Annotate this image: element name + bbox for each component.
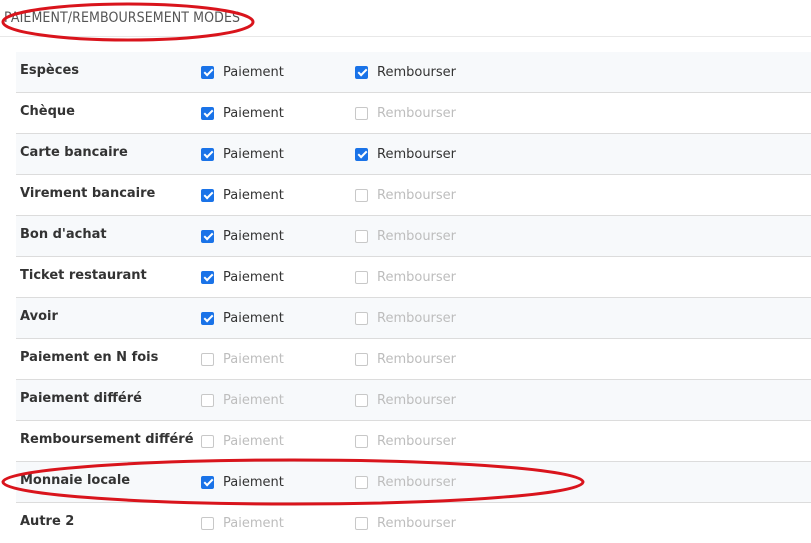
refund-option[interactable]: Rembourser: [355, 309, 456, 327]
refund-option[interactable]: Rembourser: [355, 432, 456, 450]
payment-option-label: Paiement: [223, 146, 284, 162]
payment-mode-label: Espèces: [20, 63, 80, 78]
payment-option[interactable]: Paiement: [201, 473, 284, 491]
payment-mode-label: Chèque: [20, 104, 75, 119]
payment-mode-label: Virement bancaire: [20, 186, 156, 201]
payment-option[interactable]: Paiement: [201, 227, 284, 245]
payment-option[interactable]: Paiement: [201, 309, 284, 327]
payment-mode-label: Bon d'achat: [20, 227, 107, 242]
payment-option-label: Paiement: [223, 269, 284, 285]
payment-mode-row: Paiement différé Paiement Rembourser: [16, 380, 811, 421]
refund-checkbox[interactable]: [355, 393, 368, 407]
payment-option-label: Paiement: [223, 310, 284, 326]
refund-checkbox[interactable]: [355, 229, 368, 243]
refund-option-label: Rembourser: [377, 351, 457, 367]
payment-option-label: Paiement: [223, 515, 284, 531]
refund-checkbox[interactable]: [355, 475, 368, 489]
payment-option[interactable]: Paiement: [201, 145, 284, 163]
refund-option[interactable]: Rembourser: [355, 514, 456, 532]
payment-mode-label: Avoir: [20, 309, 58, 324]
payment-checkbox[interactable]: [201, 147, 214, 161]
payment-mode-row: Carte bancaire Paiement Rembourser: [16, 134, 811, 175]
payment-checkbox[interactable]: [201, 270, 214, 284]
payment-option[interactable]: Paiement: [201, 432, 284, 450]
payment-option-label: Paiement: [223, 228, 284, 244]
payment-mode-row: Paiement en N fois Paiement Rembourser: [16, 339, 811, 380]
payment-mode-label: Paiement différé: [20, 391, 142, 406]
payment-mode-label: Monnaie locale: [20, 473, 131, 488]
payment-mode-row: Monnaie locale Paiement Rembourser: [16, 462, 811, 503]
payment-option[interactable]: Paiement: [201, 514, 284, 532]
payment-checkbox[interactable]: [201, 311, 214, 325]
payment-option[interactable]: Paiement: [201, 104, 284, 122]
section-title: PAIEMENT/REMBOURSEMENT MODES: [4, 10, 241, 26]
refund-option-label: Rembourser: [377, 187, 457, 203]
payment-mode-label: Ticket restaurant: [20, 268, 147, 283]
refund-option-label: Rembourser: [377, 433, 457, 449]
payment-option-label: Paiement: [223, 351, 284, 367]
refund-option[interactable]: Rembourser: [355, 104, 456, 122]
refund-option-label: Rembourser: [377, 392, 457, 408]
payment-checkbox[interactable]: [201, 106, 214, 120]
refund-checkbox[interactable]: [355, 65, 368, 79]
refund-checkbox[interactable]: [355, 516, 368, 530]
refund-checkbox[interactable]: [355, 352, 368, 366]
refund-option-label: Rembourser: [377, 515, 457, 531]
refund-option[interactable]: Rembourser: [355, 186, 456, 204]
payment-checkbox[interactable]: [201, 188, 214, 202]
payment-option[interactable]: Paiement: [201, 391, 284, 409]
refund-checkbox[interactable]: [355, 106, 368, 120]
refund-checkbox[interactable]: [355, 147, 368, 161]
refund-option-label: Rembourser: [377, 146, 457, 162]
refund-option-label: Rembourser: [377, 228, 457, 244]
payment-mode-row: Espèces Paiement Rembourser: [16, 52, 811, 93]
refund-option[interactable]: Rembourser: [355, 145, 456, 163]
payment-option-label: Paiement: [223, 392, 284, 408]
payment-mode-label: Autre 2: [20, 514, 75, 529]
payment-checkbox[interactable]: [201, 352, 214, 366]
payment-option[interactable]: Paiement: [201, 63, 284, 81]
payment-mode-row: Ticket restaurant Paiement Rembourser: [16, 257, 811, 298]
refund-option-label: Rembourser: [377, 310, 457, 326]
refund-checkbox[interactable]: [355, 188, 368, 202]
payment-mode-label: Paiement en N fois: [20, 350, 159, 365]
payment-checkbox[interactable]: [201, 229, 214, 243]
refund-option[interactable]: Rembourser: [355, 227, 456, 245]
payment-option-label: Paiement: [223, 474, 284, 490]
refund-option-label: Rembourser: [377, 474, 457, 490]
refund-checkbox[interactable]: [355, 311, 368, 325]
refund-option[interactable]: Rembourser: [355, 473, 456, 491]
refund-option[interactable]: Rembourser: [355, 63, 456, 81]
refund-option-label: Rembourser: [377, 105, 457, 121]
refund-option[interactable]: Rembourser: [355, 268, 456, 286]
refund-option-label: Rembourser: [377, 64, 457, 80]
payment-option-label: Paiement: [223, 187, 284, 203]
refund-option-label: Rembourser: [377, 269, 457, 285]
payment-checkbox[interactable]: [201, 475, 214, 489]
payment-checkbox[interactable]: [201, 516, 214, 530]
payment-mode-row: Autre 2 Paiement Rembourser: [16, 503, 811, 543]
payment-checkbox[interactable]: [201, 393, 214, 407]
payment-mode-label: Carte bancaire: [20, 145, 128, 160]
refund-option[interactable]: Rembourser: [355, 350, 456, 368]
refund-checkbox[interactable]: [355, 270, 368, 284]
section-divider: [0, 36, 811, 37]
payment-mode-row: Remboursement différé Paiement Rembourse…: [16, 421, 811, 462]
payment-checkbox[interactable]: [201, 65, 214, 79]
payment-option-label: Paiement: [223, 433, 284, 449]
refund-checkbox[interactable]: [355, 434, 368, 448]
payment-mode-row: Virement bancaire Paiement Rembourser: [16, 175, 811, 216]
payment-mode-label: Remboursement différé: [20, 432, 194, 447]
payment-option[interactable]: Paiement: [201, 268, 284, 286]
payment-mode-row: Avoir Paiement Rembourser: [16, 298, 811, 339]
payment-option[interactable]: Paiement: [201, 350, 284, 368]
payment-mode-row: Bon d'achat Paiement Rembourser: [16, 216, 811, 257]
payment-option-label: Paiement: [223, 64, 284, 80]
refund-option[interactable]: Rembourser: [355, 391, 456, 409]
payment-mode-row: Chèque Paiement Rembourser: [16, 93, 811, 134]
payment-checkbox[interactable]: [201, 434, 214, 448]
payment-option-label: Paiement: [223, 105, 284, 121]
payment-modes-list: Espèces Paiement Rembourser Chèque Paiem…: [16, 52, 811, 543]
payment-option[interactable]: Paiement: [201, 186, 284, 204]
